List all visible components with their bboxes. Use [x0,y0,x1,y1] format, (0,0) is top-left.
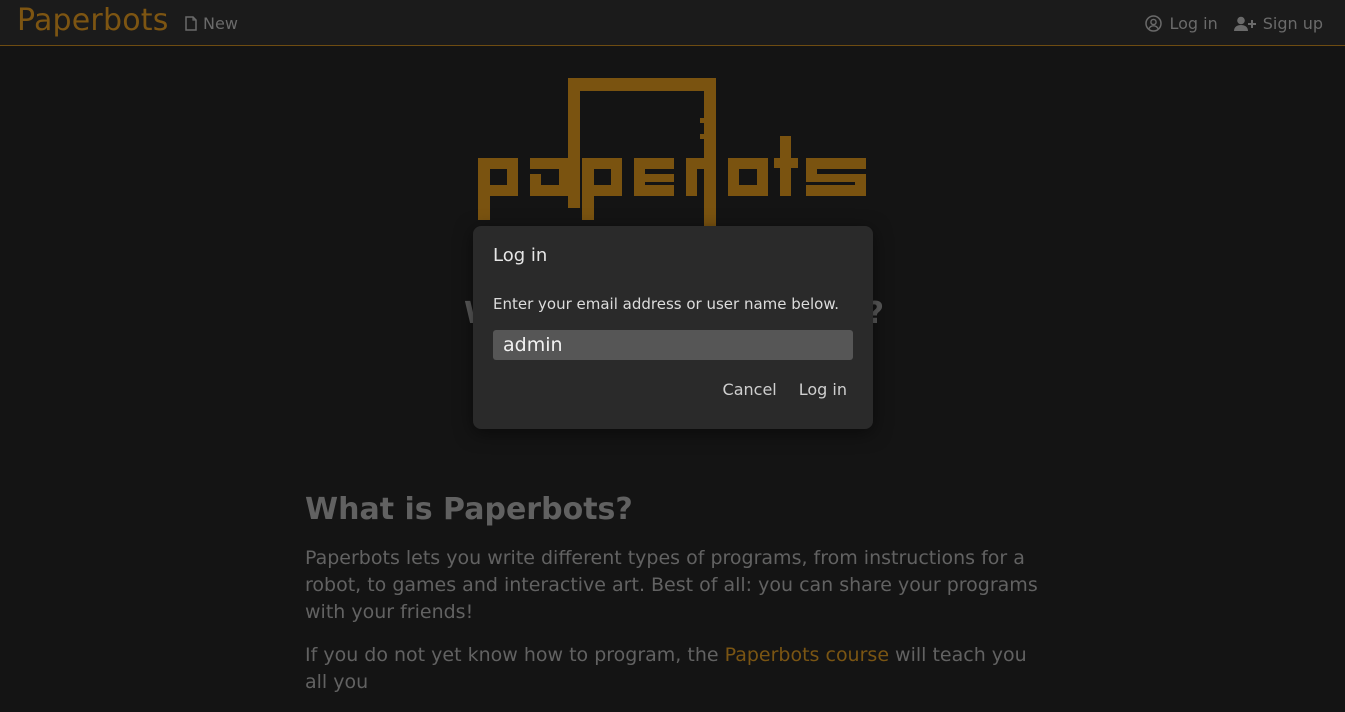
dialog-instructions: Enter your email address or user name be… [493,295,840,313]
signup-nav-label: Sign up [1262,14,1323,33]
top-navbar: Paperbots New Log in Sign up [0,0,1345,46]
new-button[interactable]: New [185,14,238,33]
login-nav-button[interactable]: Log in [1145,14,1218,33]
cancel-button[interactable]: Cancel [717,380,783,399]
login-dialog: Log in Enter your email address or user … [473,226,873,429]
intro-paragraph: Paperbots lets you write different types… [305,547,1038,623]
course-text-before: If you do not yet know how to program, t… [305,644,725,666]
section-heading: What is Paperbots? [305,492,633,527]
brand-logo-link[interactable]: Paperbots [17,3,169,38]
signup-nav-button[interactable]: Sign up [1233,14,1323,33]
username-input[interactable] [493,330,853,360]
login-submit-button[interactable]: Log in [793,380,853,399]
file-icon [185,16,197,31]
course-paragraph: If you do not yet know how to program, t… [305,642,1045,696]
user-circle-icon [1145,15,1163,32]
dialog-actions: Cancel Log in [717,380,853,399]
main-content: What is Paperbots? Paperbots lets you wr… [305,492,1045,712]
account-nav: Log in Sign up [1145,14,1323,33]
dialog-title: Log in [493,245,548,266]
new-label: New [203,14,238,33]
user-plus-icon [1233,16,1256,32]
paperbots-course-link[interactable]: Paperbots course [725,644,889,666]
login-nav-label: Log in [1169,14,1218,33]
paperbots-pixel-logo [476,78,870,228]
